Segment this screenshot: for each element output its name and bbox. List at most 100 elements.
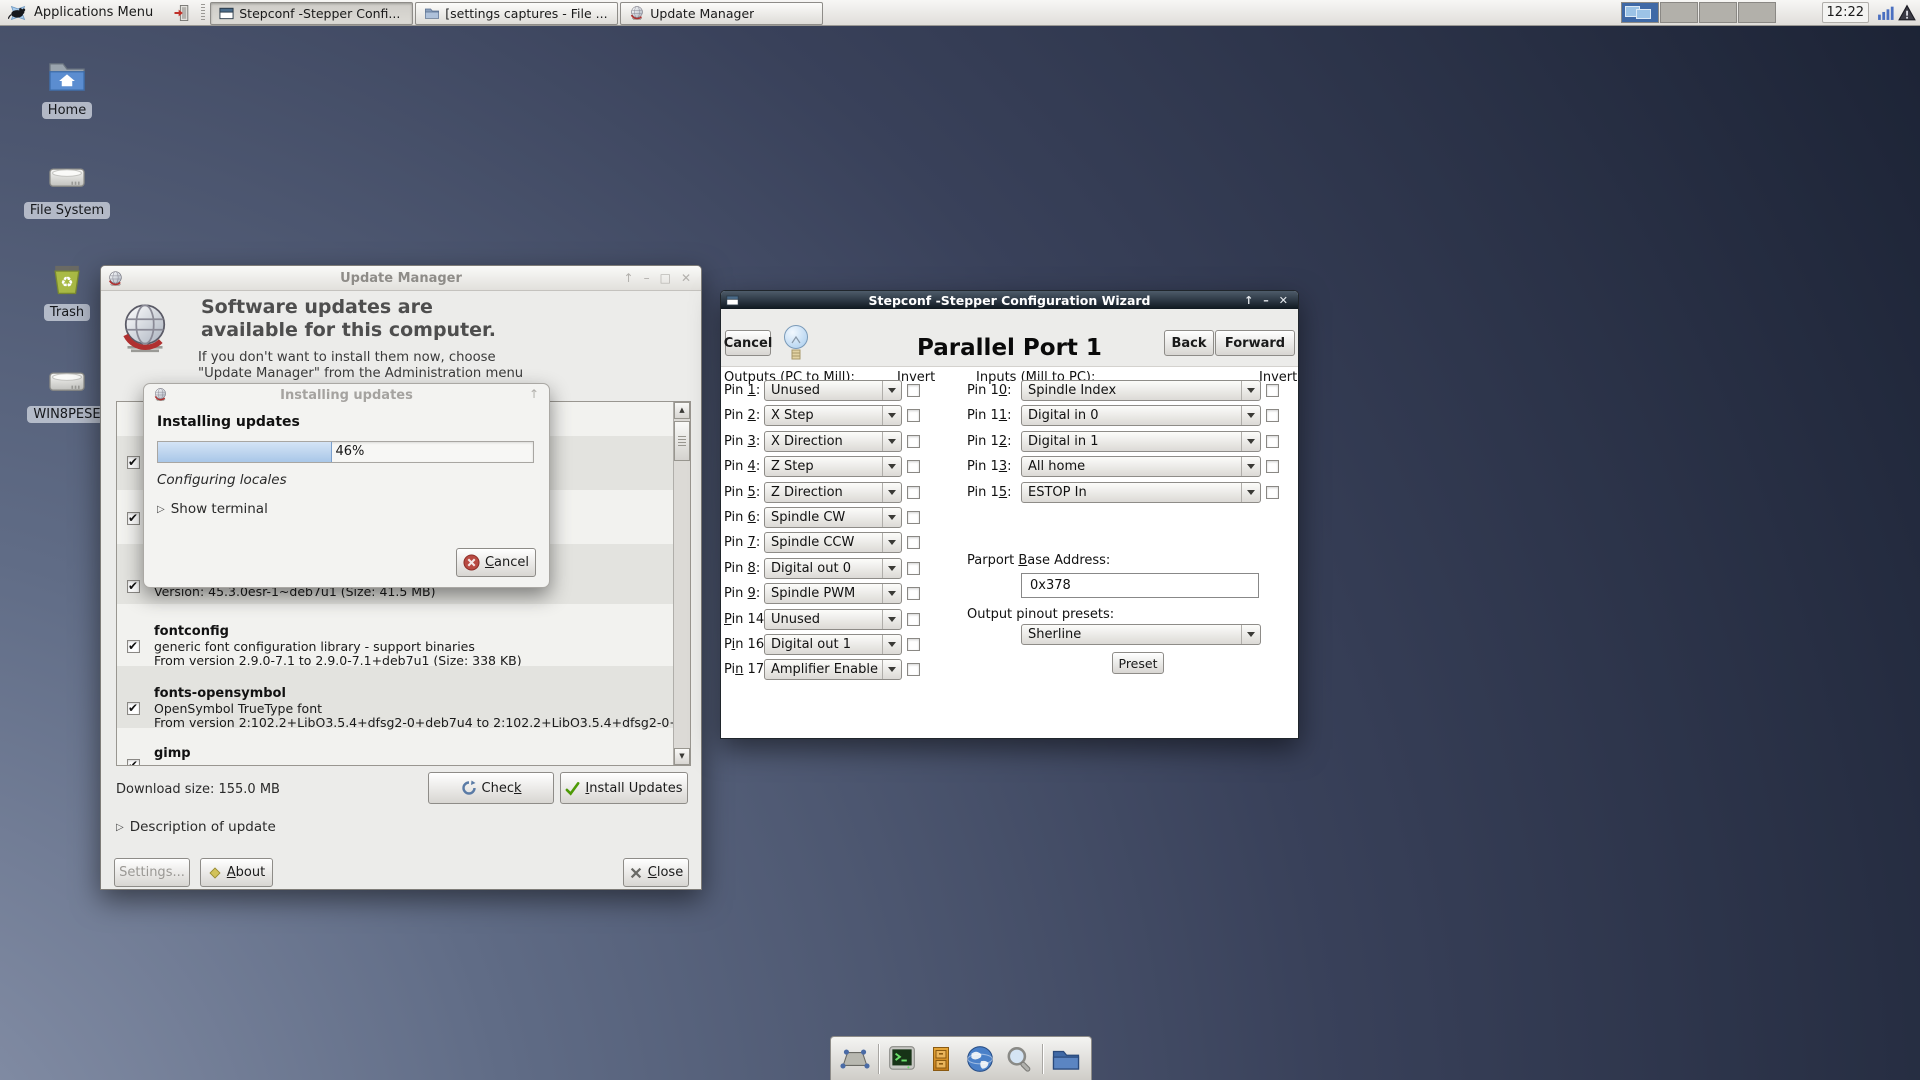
close-button[interactable]: Close [623, 858, 689, 887]
stepconf-titlebar[interactable]: Stepconf -Stepper Configuration Wizard ↑… [721, 291, 1298, 309]
package-row-fonts-opensymbol[interactable]: fonts-opensymbol OpenSymbol TrueType fon… [117, 666, 690, 730]
minimize-button[interactable]: – [1263, 294, 1269, 307]
shade-button[interactable]: ↑ [1244, 294, 1253, 307]
settings-button[interactable]: Settings... [114, 858, 190, 887]
forward-button[interactable]: Forward [1215, 330, 1295, 356]
pin9-invert-checkbox[interactable] [907, 587, 920, 600]
pinout-preset-select[interactable]: Sherline [1021, 624, 1261, 645]
file-cabinet-launcher[interactable] [925, 1043, 957, 1075]
cancel-button[interactable]: Cancel [456, 548, 536, 577]
pin6-select[interactable]: Spindle CW [764, 507, 902, 528]
pin3-invert-checkbox[interactable] [907, 435, 920, 448]
parport-address-input[interactable] [1021, 573, 1259, 598]
scrollbar-thumb[interactable] [674, 421, 690, 461]
pin2-invert-checkbox[interactable] [907, 409, 920, 422]
pin15-select[interactable]: ESTOP In [1021, 482, 1261, 503]
terminal-launcher[interactable] [886, 1043, 918, 1075]
chevron-down-icon [888, 515, 896, 520]
install-updates-button[interactable]: Install Updates [560, 772, 688, 804]
pin1-select[interactable]: Unused [764, 380, 902, 401]
pin9-select[interactable]: Spindle PWM [764, 583, 902, 604]
pin17-select[interactable]: Amplifier Enable [764, 659, 902, 680]
pin7-invert-checkbox[interactable] [907, 536, 920, 549]
pin11-invert-checkbox[interactable] [1266, 409, 1279, 422]
desktop-icon-home[interactable]: Home [12, 56, 122, 119]
pin12-select[interactable]: Digital in 1 [1021, 431, 1261, 452]
pin4-select[interactable]: Z Step [764, 456, 902, 477]
pin13-select[interactable]: All home [1021, 456, 1261, 477]
pin10-invert-checkbox[interactable] [1266, 384, 1279, 397]
minimize-button[interactable]: – [644, 271, 650, 285]
workspace-2[interactable] [1659, 2, 1698, 23]
taskbar-button-stepconf[interactable]: Stepconf -Stepper Confi... [210, 1, 414, 25]
pin4-invert-checkbox[interactable] [907, 460, 920, 473]
network-signal-icon[interactable] [1877, 4, 1894, 21]
description-expander[interactable]: Description of update [116, 819, 276, 835]
pin15-invert-checkbox[interactable] [1266, 486, 1279, 499]
pin13-invert-checkbox[interactable] [1266, 460, 1279, 473]
clock[interactable]: 12:22 [1821, 2, 1869, 23]
pin14-select[interactable]: Unused [764, 609, 902, 630]
search-launcher[interactable] [1003, 1043, 1035, 1075]
pin1-invert-checkbox[interactable] [907, 384, 920, 397]
show-terminal-expander[interactable]: Show terminal [157, 501, 268, 517]
package-checkbox[interactable] [127, 579, 140, 593]
pin17-invert-checkbox[interactable] [907, 663, 920, 676]
pin8-invert-checkbox[interactable] [907, 562, 920, 575]
package-checkbox[interactable] [127, 639, 140, 653]
logout-button[interactable] [169, 1, 195, 24]
pin8-select[interactable]: Digital out 0 [764, 558, 902, 579]
shade-button[interactable]: ↑ [624, 271, 634, 285]
show-desktop-button[interactable] [839, 1043, 871, 1075]
applications-menu-button[interactable]: Applications Menu [0, 0, 161, 25]
workspace-pager[interactable] [1620, 2, 1776, 23]
check-button[interactable]: Check [428, 772, 554, 804]
pin14-invert-checkbox[interactable] [907, 613, 920, 626]
scroll-up-button[interactable]: ▲ [674, 402, 690, 419]
pin6-invert-checkbox[interactable] [907, 511, 920, 524]
desktop-icon-file-system[interactable]: File System [12, 156, 122, 219]
pin10-select[interactable]: Spindle Index [1021, 380, 1261, 401]
progress-fill [158, 442, 332, 462]
back-button[interactable]: Back [1164, 330, 1214, 356]
shade-button[interactable]: ↑ [529, 387, 539, 401]
chevron-down-icon [1247, 413, 1255, 418]
web-browser-launcher[interactable] [964, 1043, 996, 1075]
package-checkbox[interactable] [127, 701, 140, 715]
pin16-invert-checkbox[interactable] [907, 638, 920, 651]
pin16-select[interactable]: Digital out 1 [764, 634, 902, 655]
package-checkbox[interactable] [127, 511, 140, 525]
chevron-down-icon [888, 490, 896, 495]
pin12-invert-checkbox[interactable] [1266, 435, 1279, 448]
preset-button[interactable]: Preset [1112, 652, 1164, 674]
terminal-icon [887, 1044, 917, 1074]
package-checkbox[interactable] [127, 758, 140, 765]
package-checkbox[interactable] [127, 455, 140, 469]
folder-icon [1051, 1044, 1081, 1074]
pin5-select[interactable]: Z Direction [764, 482, 902, 503]
pin3-select[interactable]: X Direction [764, 431, 902, 452]
pin7-select[interactable]: Spindle CCW [764, 532, 902, 553]
progress-bar: 46% [157, 441, 534, 463]
chevron-down-icon [1247, 464, 1255, 469]
package-list-scrollbar[interactable]: ▲ ▼ [673, 402, 690, 765]
pin5-invert-checkbox[interactable] [907, 486, 920, 499]
pin2-select[interactable]: X Step [764, 405, 902, 426]
package-row-fontconfig[interactable]: fontconfig generic font configuration li… [117, 604, 674, 668]
chevron-down-icon [1247, 490, 1255, 495]
close-button[interactable]: ✕ [1279, 294, 1288, 307]
warning-icon[interactable] [1898, 4, 1916, 22]
file-manager-launcher[interactable] [1050, 1043, 1082, 1075]
update-manager-titlebar[interactable]: Update Manager ↑ – □ ✕ [101, 266, 701, 291]
taskbar-button-update-manager[interactable]: Update Manager [620, 1, 824, 25]
workspace-1[interactable] [1620, 2, 1659, 23]
close-button[interactable]: ✕ [681, 271, 691, 285]
about-button[interactable]: About [200, 858, 273, 887]
workspace-3[interactable] [1698, 2, 1737, 23]
pin11-select[interactable]: Digital in 0 [1021, 405, 1261, 426]
workspace-4[interactable] [1737, 2, 1776, 23]
package-row-gimp[interactable]: gimp [117, 728, 674, 765]
maximize-button[interactable]: □ [660, 271, 671, 285]
scroll-down-button[interactable]: ▼ [674, 748, 690, 765]
taskbar-button-file-manager[interactable]: [settings captures - File ... [415, 1, 619, 25]
